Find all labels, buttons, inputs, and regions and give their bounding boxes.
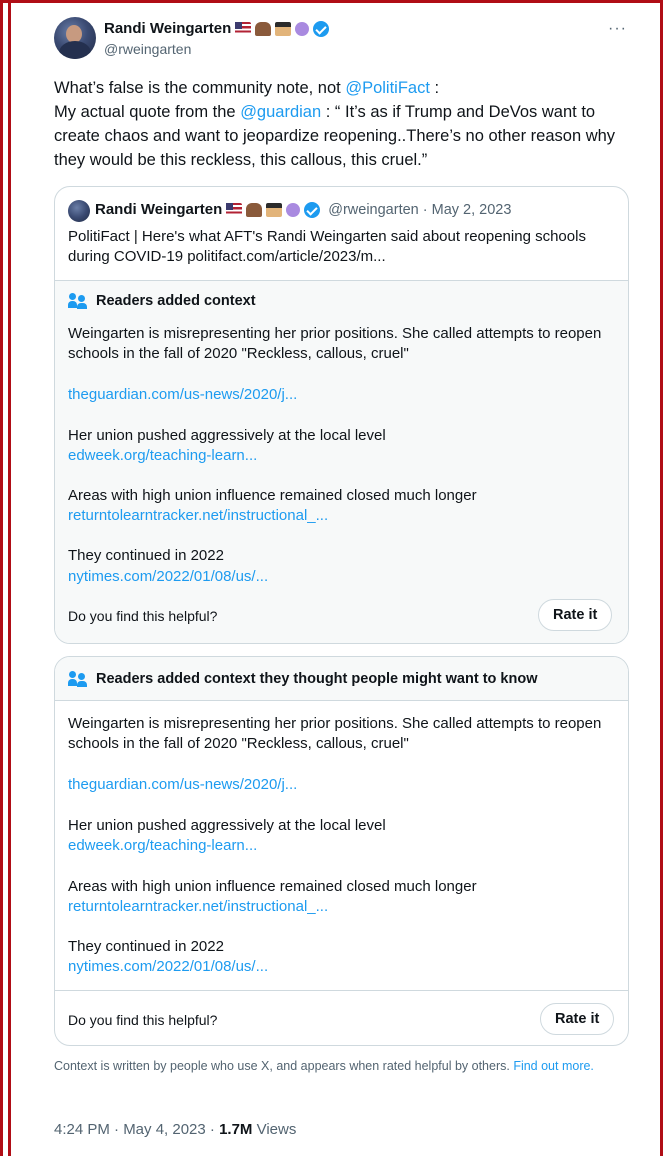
tweet-timestamp-row: 4:24 PM · May 4, 2023 · 1.7M Views xyxy=(54,1121,296,1138)
note2-link3[interactable]: returntolearntracker.net/instructional_.… xyxy=(68,897,328,917)
frame-left-bar xyxy=(8,0,11,1156)
verified-badge-icon[interactable] xyxy=(313,20,330,37)
note2-helpful-question: Do you find this helpful? xyxy=(68,1012,218,1028)
note2-title-row: Readers added context they thought peopl… xyxy=(68,671,537,687)
note2-helpful-divider xyxy=(55,990,628,991)
community-note-2: Readers added context they thought peopl… xyxy=(54,656,629,1046)
context-disclaimer: Context is written by people who use X, … xyxy=(54,1058,624,1074)
us-flag-emoji xyxy=(226,202,243,217)
context-disclaimer-text: Context is written by people who use X, … xyxy=(54,1059,514,1073)
quoted-avatar xyxy=(68,200,90,222)
note1-body4: They continued in 2022 xyxy=(68,547,224,564)
more-icon[interactable]: ··· xyxy=(608,20,627,38)
note1-title: Readers added context xyxy=(96,293,256,309)
author-avatar[interactable] xyxy=(54,17,96,59)
quoted-author-name: Randi Weingarten xyxy=(95,201,223,218)
note2-link1[interactable]: theguardian.com/us-news/2020/j... xyxy=(68,775,297,795)
note1-title-row: Readers added context xyxy=(68,293,256,309)
tweet-text-part1: What’s false is the community note, not xyxy=(54,79,346,97)
purple-circle-emoji xyxy=(286,202,301,217)
student-emoji xyxy=(275,21,292,36)
find-out-more-link[interactable]: Find out more. xyxy=(513,1059,594,1073)
flexed-arm-emoji xyxy=(255,21,272,36)
note2-body1: Weingarten is misrepresenting her prior … xyxy=(68,715,602,752)
quoted-text: PolitiFact | Here's what AFT's Randi Wei… xyxy=(68,228,586,265)
note1-link4[interactable]: nytimes.com/2022/01/08/us/... xyxy=(68,567,268,587)
us-flag-emoji xyxy=(235,21,252,36)
tweet-text: What’s false is the community note, not … xyxy=(54,76,634,172)
quoted-handle-date: @rweingarten · May 2, 2023 xyxy=(328,201,512,218)
views-label: Views xyxy=(252,1121,297,1138)
author-name-row[interactable]: Randi Weingarten xyxy=(104,20,330,37)
avatar-body xyxy=(59,41,91,59)
note1-link1[interactable]: theguardian.com/us-news/2020/j... xyxy=(68,385,297,405)
note2-title: Readers added context they thought peopl… xyxy=(96,671,538,687)
purple-circle-emoji xyxy=(295,21,310,36)
note1-body2: Her union pushed aggressively at the loc… xyxy=(68,427,386,444)
people-icon xyxy=(68,671,88,687)
tweet-timestamp[interactable]: 4:24 PM · May 4, 2023 · xyxy=(54,1121,219,1138)
tweet-text-part2: : xyxy=(429,79,440,97)
note1-link3[interactable]: returntolearntracker.net/instructional_.… xyxy=(68,506,328,526)
mention-guardian[interactable]: @guardian xyxy=(240,103,321,121)
quoted-tweet-card[interactable]: Randi Weingarten @rweingarten · May 2, 2… xyxy=(54,186,629,644)
author-name[interactable]: Randi Weingarten xyxy=(104,20,231,37)
note1-body3: Areas with high union influence remained… xyxy=(68,487,477,504)
note2-rate-button[interactable]: Rate it xyxy=(540,1003,615,1035)
note2-link2[interactable]: edweek.org/teaching-learn... xyxy=(68,836,257,856)
people-icon xyxy=(68,293,88,309)
note1-body1: Weingarten is misrepresenting her prior … xyxy=(68,325,602,362)
note1-link2[interactable]: edweek.org/teaching-learn... xyxy=(68,446,257,466)
flexed-arm-emoji xyxy=(246,202,263,217)
note2-link4[interactable]: nytimes.com/2022/01/08/us/... xyxy=(68,957,268,977)
tweet-text-part3: My actual quote from the xyxy=(54,103,241,121)
note2-body3: Areas with high union influence remained… xyxy=(68,878,477,895)
note2-body4: They continued in 2022 xyxy=(68,938,224,955)
quoted-name-row: Randi Weingarten @rweingarten · May 2, 2… xyxy=(95,201,511,218)
author-handle[interactable]: @rweingarten xyxy=(104,41,191,57)
student-emoji xyxy=(266,202,283,217)
note1-helpful-question: Do you find this helpful? xyxy=(68,608,218,624)
views-count: 1.7M xyxy=(219,1121,253,1138)
note1-rate-button[interactable]: Rate it xyxy=(538,599,613,631)
mention-politifact[interactable]: @PolitiFact xyxy=(345,79,430,97)
note2-body2: Her union pushed aggressively at the loc… xyxy=(68,817,386,834)
verified-badge-icon xyxy=(304,201,321,218)
